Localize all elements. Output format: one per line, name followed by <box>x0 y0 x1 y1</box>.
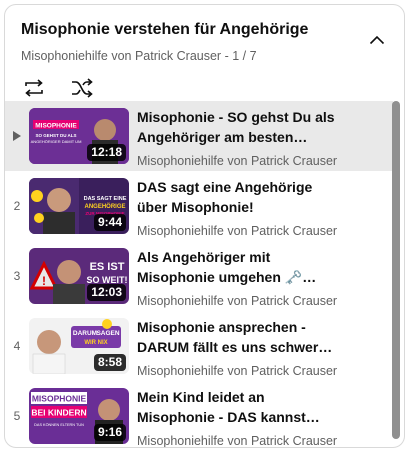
meta-separator: - <box>221 49 233 63</box>
video-title[interactable]: Mein Kind leidet an Misophonie - DAS kan… <box>137 387 337 427</box>
chevron-up-icon <box>369 35 385 45</box>
thumbnail-text: SO GEHST DU ALS <box>35 133 76 138</box>
playlist-owner[interactable]: Misophoniehilfe von Patrick Crauser <box>21 49 221 63</box>
thumbnail-text: DAS SAGT EINE <box>84 196 127 202</box>
thumbnail-text: DARUM <box>73 330 97 337</box>
item-index: 4 <box>13 339 21 353</box>
thumbnail-text: ANGEHÖRIGER DAMIT UM <box>31 139 82 144</box>
play-indicator-icon <box>13 131 21 141</box>
warning-mark: ! <box>42 274 46 288</box>
video-channel[interactable]: Misophoniehilfe von Patrick Crauser <box>137 362 337 380</box>
video-channel[interactable]: Misophoniehilfe von Patrick Crauser <box>137 152 337 170</box>
video-thumbnail[interactable]: DAS SAGT EINE ANGEHÖRIGE ZUR MISOPHONIE … <box>29 178 129 234</box>
video-duration: 9:44 <box>93 214 126 231</box>
scrollbar-thumb[interactable] <box>392 101 400 439</box>
video-thumbnail[interactable]: MISOPHONIE BEI KINDERN DAS KÖNNEN ELTERN… <box>29 388 129 444</box>
video-channel[interactable]: Misophoniehilfe von Patrick Crauser <box>137 292 337 310</box>
thumbnail-text: ES IST <box>90 261 125 273</box>
thumbnail-text: MISOPHONIE <box>32 394 87 404</box>
video-title[interactable]: Misophonie - SO gehst Du als Angehöriger… <box>137 107 337 147</box>
video-title[interactable]: Misophonie ansprechen - DARUM fällt es u… <box>137 317 337 357</box>
collapse-button[interactable] <box>364 27 390 53</box>
playlist-controls <box>21 76 404 100</box>
video-info: Misophonie ansprechen - DARUM fällt es u… <box>137 317 337 380</box>
playlist-item[interactable]: 4 DARUM SAGEN WIR NIX 8:58 Misophonie an… <box>5 311 393 381</box>
item-index: 5 <box>13 409 21 423</box>
loop-button[interactable] <box>21 76 47 100</box>
video-thumbnail[interactable]: MISOPHONIE SO GEHST DU ALS ANGEHÖRIGER D… <box>29 108 129 164</box>
shuffle-icon <box>72 78 93 98</box>
video-title[interactable]: Als Angehöriger mit Misophonie umgehen 🗝… <box>137 247 337 287</box>
playlist-item[interactable]: 2 DAS SAGT EINE ANGEHÖRIGE ZUR MISOPHONI… <box>5 171 393 241</box>
playlist-header: Misophonie verstehen für Angehörige Miso… <box>5 5 404 100</box>
video-thumbnail[interactable]: DARUM SAGEN WIR NIX 8:58 <box>29 318 129 374</box>
playlist-item[interactable]: 5 MISOPHONIE BEI KINDERN DAS KÖNNEN ELTE… <box>5 381 393 447</box>
thumbnail-text: BEI KINDERN <box>31 408 86 418</box>
thumbnail-text: ANGEHÖRIGE <box>84 203 125 210</box>
thumbnail-text: DAS KÖNNEN ELTERN TUN <box>34 423 84 427</box>
item-index: 3 <box>13 269 21 283</box>
video-info: Als Angehöriger mit Misophonie umgehen 🗝… <box>137 247 337 310</box>
video-duration: 12:03 <box>87 284 126 301</box>
playlist-panel: Misophonie verstehen für Angehörige Miso… <box>4 4 405 448</box>
video-duration: 9:16 <box>93 424 126 441</box>
playlist-item[interactable]: MISOPHONIE SO GEHST DU ALS ANGEHÖRIGER D… <box>5 101 393 171</box>
now-playing-indicator <box>5 101 29 171</box>
shuffle-button[interactable] <box>69 76 95 100</box>
playlist-title[interactable]: Misophonie verstehen für Angehörige <box>21 20 404 40</box>
video-channel[interactable]: Misophoniehilfe von Patrick Crauser <box>137 222 337 240</box>
playlist-meta: Misophoniehilfe von Patrick Crauser - 1 … <box>21 48 404 65</box>
video-duration: 8:58 <box>93 354 126 371</box>
playlist-position: 1 / 7 <box>232 49 257 63</box>
playlist-item[interactable]: 3 ! ES IST SO WEIT! 12:03 Als Angehörige… <box>5 241 393 311</box>
thumbnail-text: SAGEN <box>96 330 119 337</box>
video-duration: 12:18 <box>87 144 126 161</box>
video-info: DAS sagt eine Angehörige über Misophonie… <box>137 177 337 240</box>
thumbnail-text: MISOPHONIE <box>35 123 77 130</box>
playlist-items: MISOPHONIE SO GEHST DU ALS ANGEHÖRIGER D… <box>5 98 404 447</box>
video-channel[interactable]: Misophoniehilfe von Patrick Crauser <box>137 432 337 447</box>
video-info: Misophonie - SO gehst Du als Angehöriger… <box>137 107 337 170</box>
video-thumbnail[interactable]: ! ES IST SO WEIT! 12:03 <box>29 248 129 304</box>
loop-icon <box>25 79 43 97</box>
video-title[interactable]: DAS sagt eine Angehörige über Misophonie… <box>137 177 337 217</box>
item-index: 2 <box>13 199 21 213</box>
video-info: Mein Kind leidet an Misophonie - DAS kan… <box>137 387 337 447</box>
thumbnail-text: WIR NIX <box>84 340 107 346</box>
